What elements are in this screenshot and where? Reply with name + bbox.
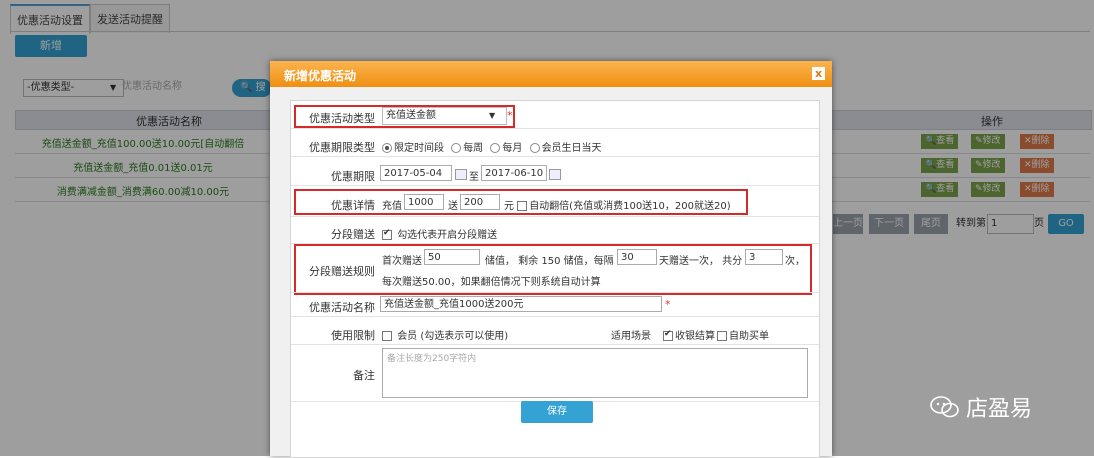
period-type-label: 优惠期限类型 — [309, 141, 375, 154]
scene-label: 适用场景 — [611, 331, 651, 342]
watermark-text: 店盈易 — [966, 397, 1033, 422]
name-label: 优惠活动名称 — [309, 301, 375, 314]
calendar-icon[interactable] — [455, 169, 467, 180]
radio-fixed-period[interactable] — [382, 143, 392, 153]
wechat-icon — [930, 396, 959, 418]
highlight-type — [294, 105, 515, 128]
calendar-icon[interactable] — [549, 169, 561, 180]
highlight-stage-rule — [294, 244, 812, 295]
dialog-title: 新增优惠活动 — [284, 69, 357, 83]
radio-birthday[interactable] — [529, 143, 540, 153]
radio-weekly[interactable] — [451, 143, 462, 153]
remark-label: 备注 — [353, 369, 375, 382]
period-type-radios: 限定时间段 每周 每月 会员生日当天 — [382, 139, 602, 154]
dialog-header: 新增优惠活动 x — [270, 61, 832, 87]
close-icon[interactable]: x — [812, 67, 825, 80]
remark-textarea[interactable]: 备注长度为250字符内 — [382, 348, 808, 398]
stage-label: 分段赠送 — [331, 228, 375, 241]
end-date-input[interactable]: 2017-06-10 — [481, 165, 547, 181]
radio-monthly[interactable] — [490, 143, 501, 153]
save-button[interactable]: 保存 — [521, 401, 593, 423]
scene-checkout-checkbox[interactable]: 收银结算 — [663, 327, 715, 342]
to-label: 至 — [469, 172, 479, 183]
member-checkbox[interactable]: 会员 (勾选表示可以使用) — [382, 327, 508, 342]
limit-label: 使用限制 — [331, 329, 375, 342]
new-promo-dialog: 新增优惠活动 x 优惠活动类型 充值送金额 ▼ * 优惠期限类型 限定时间段 每周… — [270, 61, 832, 458]
stage-checkbox[interactable]: 勾选代表开启分段赠送 — [382, 226, 497, 241]
period-label: 优惠期限 — [331, 170, 375, 183]
start-date-input[interactable]: 2017-05-04 — [380, 165, 452, 181]
scene-self-checkbox[interactable]: 自助买单 — [717, 327, 769, 342]
highlight-detail — [294, 189, 748, 215]
watermark: 店盈易 — [930, 392, 1032, 422]
promo-form: 优惠活动类型 充值送金额 ▼ * 优惠期限类型 限定时间段 每周 每月 会员生日当… — [290, 100, 820, 458]
promo-name-input[interactable]: 充值送金额_充值1000送200元 — [380, 296, 662, 312]
